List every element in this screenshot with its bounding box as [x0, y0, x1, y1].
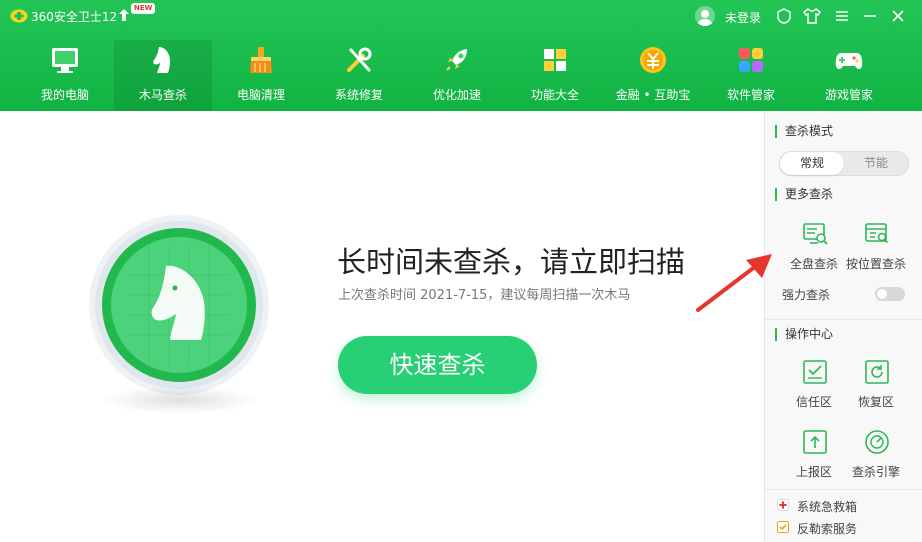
user-icon — [697, 10, 713, 26]
scan-mode-toggle: 常规 节能 — [779, 151, 909, 176]
report-zone-icon — [803, 430, 827, 454]
nav-label: 电脑清理 — [236, 88, 285, 102]
nav-finance[interactable]: 金融 • 互助宝 — [604, 40, 702, 111]
new-badge: NEW — [131, 3, 156, 14]
restore-zone-icon — [865, 360, 889, 384]
anti-ransom-icon — [777, 521, 789, 533]
nav-label: 游戏管家 — [824, 88, 873, 102]
force-scan-label: 强力查杀 — [782, 288, 831, 302]
wrench-icon — [347, 47, 372, 72]
upgrade-arrow-icon[interactable] — [119, 9, 129, 21]
app-title: 360安全卫士12 — [31, 10, 118, 24]
switch-knob — [877, 289, 887, 299]
minimize-icon[interactable] — [860, 6, 880, 26]
restore-zone-button[interactable]: 恢复区 — [841, 359, 911, 415]
gamepad-icon — [835, 53, 863, 69]
tool-label: 查杀引擎 — [851, 465, 900, 479]
tool-label: 按位置查杀 — [845, 257, 906, 271]
app-logo-icon — [10, 9, 28, 23]
main-panel: 长时间未查杀，请立即扫描 上次查杀时间 2021-7-15，建议每周扫描一次木马… — [0, 111, 764, 542]
skin-icon[interactable] — [774, 6, 794, 26]
trojan-shield-icon — [89, 215, 269, 395]
top-bar: 360安全卫士12 NEW 未登录 我的电脑 木马查杀 电脑清理 系统修复 优化… — [0, 0, 922, 111]
nav-my-computer[interactable]: 我的电脑 — [16, 40, 114, 111]
red-arrow-annotation — [696, 254, 772, 312]
login-link[interactable]: 未登录 — [725, 9, 761, 26]
rocket-icon — [446, 49, 467, 71]
monitor-icon — [52, 48, 78, 73]
nav-label: 优化加速 — [432, 88, 481, 102]
nav-label: 我的电脑 — [40, 88, 89, 102]
divider — [765, 489, 922, 490]
last-scan-info: 上次查杀时间 2021-7-15，建议每周扫描一次木马 — [338, 288, 631, 303]
force-scan-switch[interactable] — [875, 287, 905, 301]
nav-label: 木马查杀 — [138, 88, 187, 102]
grid-icon — [544, 49, 566, 71]
broom-icon — [250, 47, 272, 73]
ops-center-title: 操作中心 — [775, 328, 833, 341]
trust-zone-icon — [803, 360, 827, 384]
quick-scan-button[interactable]: 快速查杀 — [338, 336, 537, 394]
main-nav: 我的电脑 木马查杀 电脑清理 系统修复 优化加速 功能大全 金融 • 互助宝 软… — [0, 40, 922, 111]
scan-headline: 长时间未查杀，请立即扫描 — [337, 245, 686, 279]
location-scan-icon — [865, 223, 889, 244]
nav-label: 金融 • 互助宝 — [615, 88, 691, 102]
nav-cleanup[interactable]: 电脑清理 — [212, 40, 310, 111]
shirt-icon[interactable] — [802, 6, 822, 26]
more-scan-title: 更多查杀 — [775, 188, 833, 201]
nav-optimize[interactable]: 优化加速 — [408, 40, 506, 111]
engine-icon — [865, 430, 889, 454]
nav-label: 软件管家 — [726, 88, 775, 102]
nav-features[interactable]: 功能大全 — [506, 40, 604, 111]
mode-power-saving[interactable]: 节能 — [844, 152, 908, 175]
coin-icon — [640, 47, 666, 73]
bottom-label: 系统急救箱 — [797, 500, 858, 514]
full-scan-icon — [803, 223, 828, 245]
nav-software[interactable]: 软件管家 — [702, 40, 800, 111]
bottom-label: 反勒索服务 — [797, 522, 858, 536]
nav-label: 功能大全 — [530, 88, 579, 102]
tool-label: 恢复区 — [857, 395, 894, 409]
mode-normal[interactable]: 常规 — [780, 152, 844, 175]
scan-mode-title: 查杀模式 — [775, 125, 833, 138]
scan-engine-button[interactable]: 查杀引擎 — [841, 429, 911, 485]
nav-games[interactable]: 游戏管家 — [800, 40, 898, 111]
first-aid-icon — [777, 499, 789, 511]
shield-shadow — [100, 386, 260, 414]
close-icon[interactable] — [888, 6, 908, 26]
horse-icon — [153, 47, 170, 73]
divider — [765, 319, 922, 320]
side-panel: 查杀模式 常规 节能 更多查杀 全盘查杀 按位置查杀 强力查杀 操作中心 信任区… — [764, 111, 922, 542]
software-icon — [739, 48, 763, 72]
avatar[interactable] — [695, 6, 715, 26]
nav-label: 系统修复 — [334, 88, 383, 102]
nav-system-repair[interactable]: 系统修复 — [310, 40, 408, 111]
nav-trojan-scan[interactable]: 木马查杀 — [114, 40, 212, 111]
menu-icon[interactable] — [832, 6, 852, 26]
location-scan-button[interactable]: 按位置查杀 — [841, 221, 911, 277]
title-bar: 360安全卫士12 NEW 未登录 — [0, 0, 922, 32]
